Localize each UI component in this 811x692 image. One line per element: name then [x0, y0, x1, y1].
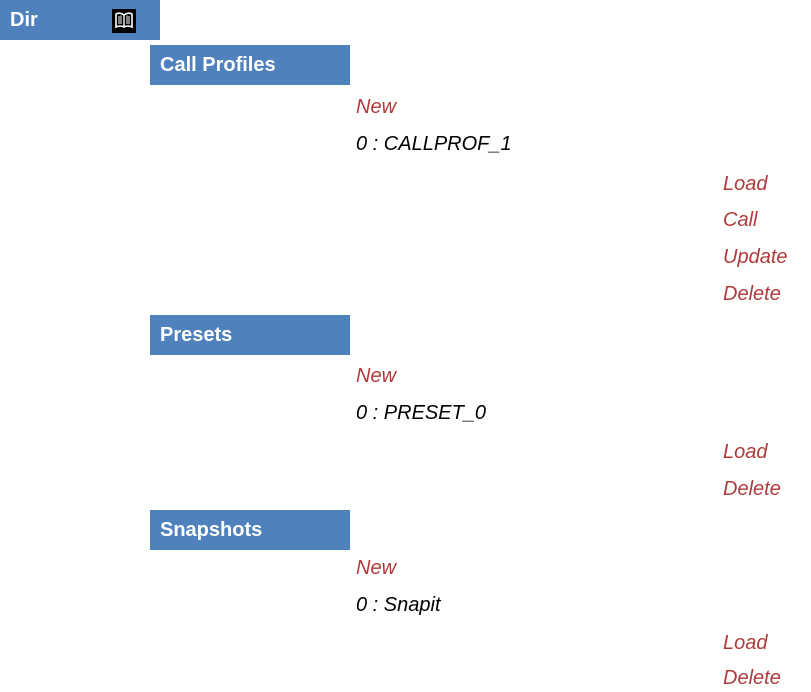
section-header-call-profiles[interactable]: Call Profiles	[150, 45, 350, 85]
dir-label: Dir	[10, 9, 38, 31]
call-profile-entry[interactable]: 0 : CALLPROF_1	[356, 130, 512, 158]
snapshot-delete-link[interactable]: Delete	[723, 664, 781, 692]
book-icon[interactable]	[112, 7, 136, 33]
snapshot-load-link[interactable]: Load	[723, 629, 768, 657]
new-call-profile-link[interactable]: New	[356, 93, 396, 121]
section-title: Call Profiles	[160, 54, 276, 76]
call-profile-update-link[interactable]: Update	[723, 243, 788, 271]
section-header-presets[interactable]: Presets	[150, 315, 350, 355]
call-profile-delete-link[interactable]: Delete	[723, 280, 781, 308]
preset-delete-link[interactable]: Delete	[723, 475, 781, 503]
call-profile-load-link[interactable]: Load	[723, 170, 768, 198]
call-profile-call-link[interactable]: Call	[723, 206, 757, 234]
section-header-snapshots[interactable]: Snapshots	[150, 510, 350, 550]
snapshot-entry[interactable]: 0 : Snapit	[356, 591, 441, 619]
preset-entry[interactable]: 0 : PRESET_0	[356, 399, 486, 427]
preset-load-link[interactable]: Load	[723, 438, 768, 466]
section-title: Presets	[160, 324, 233, 346]
new-preset-link[interactable]: New	[356, 362, 396, 390]
dir-header[interactable]: Dir	[0, 0, 160, 40]
new-snapshot-link[interactable]: New	[356, 554, 396, 582]
section-title: Snapshots	[160, 519, 263, 541]
